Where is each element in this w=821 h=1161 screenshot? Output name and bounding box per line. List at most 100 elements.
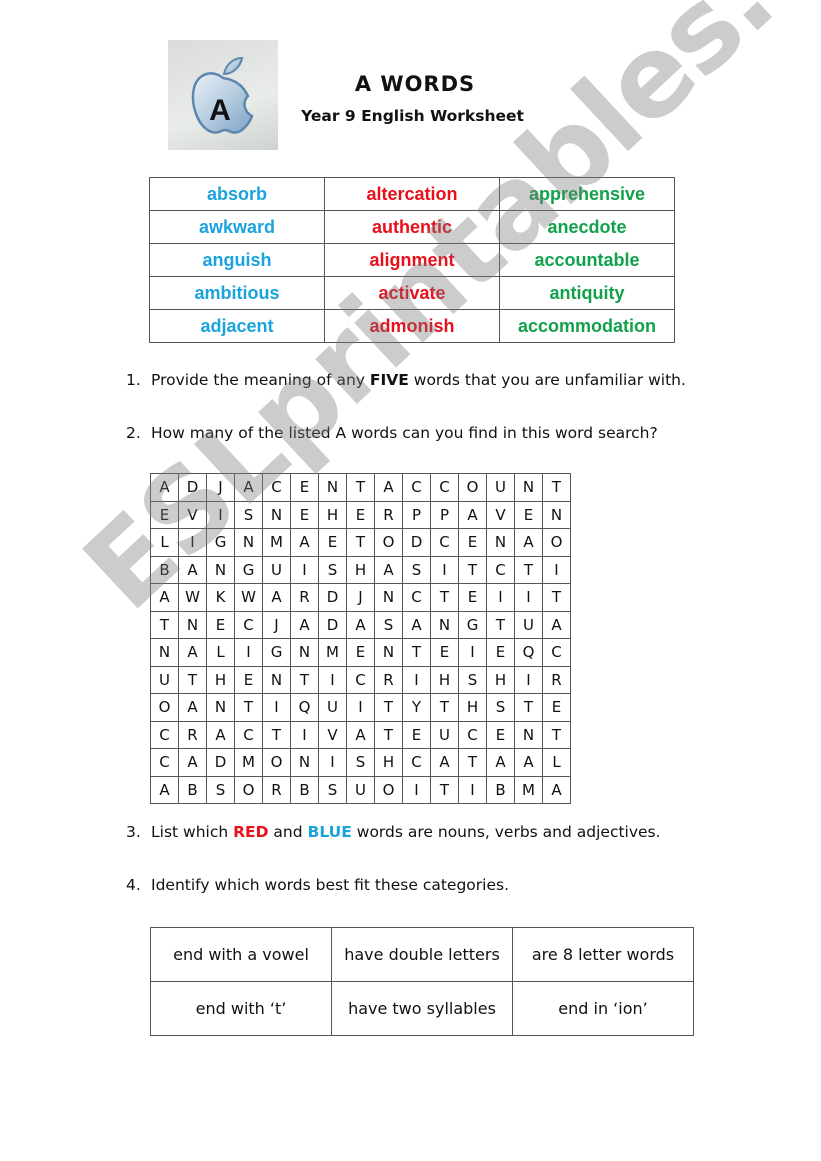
grid-row: ADJACENTACCOUNT: [150, 473, 571, 502]
apple-icon: A: [191, 56, 254, 134]
grid-row: AWKWARDJNCTEIIT: [150, 583, 571, 612]
word-cell: ambitious: [149, 276, 325, 310]
category-cell: are 8 letter words: [512, 927, 694, 982]
grid-letter: O: [150, 693, 179, 722]
grid-letter: T: [458, 555, 487, 584]
grid-letter: A: [150, 583, 179, 612]
grid-letter: R: [542, 665, 571, 694]
grid-row: EVISNEHERPPAVEN: [150, 500, 571, 529]
grid-letter: E: [486, 638, 515, 667]
grid-letter: H: [486, 665, 515, 694]
grid-letter: M: [318, 638, 347, 667]
category-cell: end with a vowel: [150, 927, 332, 982]
grid-letter: N: [318, 473, 347, 502]
grid-letter: S: [234, 500, 263, 529]
page-title: A WORDS: [354, 72, 476, 96]
grid-row: ABSORBSUOITIBMA: [150, 775, 571, 804]
emphasis-five: FIVE: [369, 371, 409, 389]
word-cell: altercation: [324, 177, 500, 211]
grid-letter: H: [374, 748, 403, 777]
grid-letter: V: [178, 500, 207, 529]
grid-letter: T: [234, 693, 263, 722]
category-cell: end in ‘ion’: [512, 981, 694, 1036]
grid-letter: J: [206, 473, 235, 502]
grid-letter: M: [234, 748, 263, 777]
grid-letter: A: [542, 775, 571, 804]
grid-letter: I: [346, 693, 375, 722]
grid-letter: S: [318, 775, 347, 804]
grid-letter: D: [178, 473, 207, 502]
grid-letter: C: [234, 720, 263, 749]
grid-letter: E: [486, 720, 515, 749]
grid-letter: I: [402, 665, 431, 694]
category-cell: end with ‘t’: [150, 981, 332, 1036]
grid-letter: B: [486, 775, 515, 804]
grid-letter: H: [430, 665, 459, 694]
question-text: words that you are unfamiliar with.: [408, 371, 686, 389]
grid-letter: E: [206, 610, 235, 639]
grid-letter: A: [178, 693, 207, 722]
grid-letter: U: [318, 693, 347, 722]
grid-letter: G: [206, 528, 235, 557]
grid-letter: T: [374, 693, 403, 722]
word-cell: activate: [324, 276, 500, 310]
grid-letter: D: [402, 528, 431, 557]
question-1: 1. Provide the meaning of any FIVE words …: [126, 371, 686, 389]
grid-letter: D: [318, 610, 347, 639]
grid-letter: R: [262, 775, 291, 804]
grid-letter: C: [150, 720, 179, 749]
grid-letter: T: [458, 748, 487, 777]
grid-letter: T: [430, 775, 459, 804]
grid-letter: E: [150, 500, 179, 529]
grid-letter: T: [402, 638, 431, 667]
word-row: absorb altercation apprehensive: [149, 177, 675, 211]
grid-letter: C: [346, 665, 375, 694]
grid-letter: A: [374, 555, 403, 584]
grid-letter: I: [290, 555, 319, 584]
grid-letter: T: [542, 473, 571, 502]
grid-letter: C: [486, 555, 515, 584]
grid-letter: I: [458, 638, 487, 667]
word-list-table: absorb altercation apprehensive awkward auth…: [149, 177, 675, 343]
grid-letter: H: [458, 693, 487, 722]
grid-row: TNECJADASANGTUA: [150, 610, 571, 639]
grid-letter: P: [402, 500, 431, 529]
grid-letter: E: [290, 500, 319, 529]
apple-logo: A: [168, 40, 278, 150]
grid-letter: N: [290, 638, 319, 667]
grid-letter: I: [178, 528, 207, 557]
grid-letter: A: [514, 748, 543, 777]
grid-letter: V: [318, 720, 347, 749]
word-cell: admonish: [324, 309, 500, 343]
grid-letter: R: [374, 500, 403, 529]
grid-letter: N: [430, 610, 459, 639]
grid-letter: D: [318, 583, 347, 612]
word-search-grid: ADJACENTACCOUNTEVISNEHERPPAVENLIGNMAETOD…: [150, 473, 571, 804]
word-cell: alignment: [324, 243, 500, 277]
question-text: and: [268, 823, 308, 841]
grid-letter: S: [374, 610, 403, 639]
grid-letter: A: [262, 583, 291, 612]
grid-letter: I: [290, 720, 319, 749]
word-cell: accountable: [499, 243, 675, 277]
grid-letter: C: [402, 473, 431, 502]
grid-letter: A: [206, 720, 235, 749]
grid-letter: L: [206, 638, 235, 667]
word-cell: authentic: [324, 210, 500, 244]
grid-letter: C: [430, 473, 459, 502]
grid-letter: J: [262, 610, 291, 639]
grid-letter: M: [262, 528, 291, 557]
grid-letter: N: [542, 500, 571, 529]
grid-letter: S: [402, 555, 431, 584]
grid-letter: Q: [290, 693, 319, 722]
grid-letter: O: [374, 775, 403, 804]
grid-letter: N: [178, 610, 207, 639]
grid-letter: E: [458, 583, 487, 612]
grid-letter: L: [150, 528, 179, 557]
grid-letter: T: [346, 473, 375, 502]
word-cell: apprehensive: [499, 177, 675, 211]
grid-letter: U: [514, 610, 543, 639]
grid-letter: S: [318, 555, 347, 584]
grid-letter: T: [262, 720, 291, 749]
category-cell: have two syllables: [331, 981, 513, 1036]
